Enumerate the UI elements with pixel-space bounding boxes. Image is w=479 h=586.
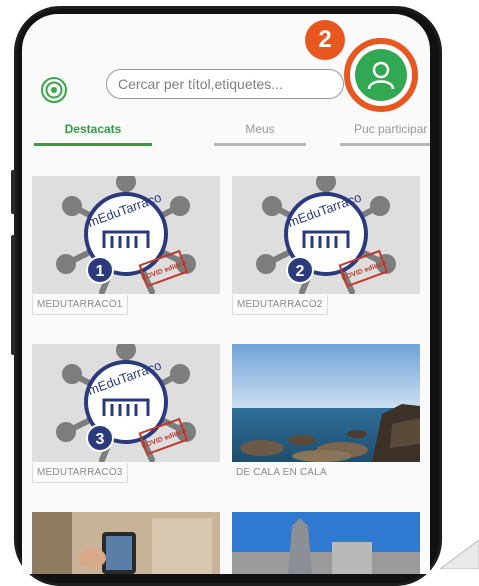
tab-indicator — [340, 143, 430, 146]
tab-label: Meus — [245, 122, 275, 136]
decorative-corner-shape — [440, 540, 479, 569]
tab-label: Puc participar — [354, 122, 428, 136]
card-number: 3 — [96, 431, 105, 448]
medutarraco-logo-image: mEduTarraco 1 COVID edition — [56, 176, 196, 294]
card-caption: MEDUTARRACO1 — [32, 295, 128, 315]
concentric-circles-icon[interactable] — [40, 76, 68, 104]
card-thumbnail: mEduTarraco 1 COVID edition — [32, 176, 220, 294]
profile-button-highlight — [344, 38, 418, 112]
tab-meus[interactable]: Meus — [214, 118, 306, 152]
tab-label: Destacats — [64, 122, 122, 136]
card-caption: DE CALA EN CALA — [236, 467, 327, 478]
activity-card[interactable]: DE CALA EN CALA — [232, 344, 420, 482]
tab-destacats[interactable]: Destacats — [34, 118, 152, 152]
card-thumbnail-partial[interactable] — [32, 512, 220, 574]
card-thumbnail-partial[interactable] — [232, 512, 420, 574]
search-box[interactable] — [106, 69, 344, 99]
activity-card[interactable]: mEduTarraco 2 COVID edition MEDUTARRACO2 — [232, 176, 420, 315]
card-thumbnail: mEduTarraco 2 COVID edition — [232, 176, 420, 294]
card-caption: MEDUTARRACO2 — [232, 295, 328, 315]
coast-photo-image — [232, 344, 420, 462]
tab-bar: Destacats Meus Puc participar — [22, 118, 430, 152]
profile-button[interactable] — [355, 49, 407, 101]
card-number: 1 — [96, 263, 105, 280]
phone-side-button — [11, 170, 15, 214]
tab-indicator — [214, 143, 306, 146]
card-thumbnail: mEduTarraco 3 COVID edition — [32, 344, 220, 462]
card-caption: MEDUTARRACO3 — [32, 463, 128, 483]
search-input[interactable] — [116, 75, 343, 93]
card-thumbnail — [232, 344, 420, 462]
tower-photo-image — [232, 512, 420, 574]
step-number-badge: 2 — [305, 20, 345, 60]
medutarraco-logo-image: mEduTarraco 2 COVID edition — [256, 176, 396, 294]
activity-card[interactable]: mEduTarraco 1 COVID edition MEDUTARRACO1 — [32, 176, 220, 315]
phone-side-button — [11, 235, 15, 355]
activity-card[interactable]: mEduTarraco 3 COVID edition MEDUTARRACO3 — [32, 344, 220, 483]
tab-puc-participar[interactable]: Puc participar — [340, 118, 430, 152]
street-photo-image — [32, 512, 220, 574]
user-icon — [367, 61, 395, 90]
medutarraco-logo-image: mEduTarraco 3 COVID edition — [56, 344, 196, 462]
tab-indicator — [34, 143, 152, 146]
card-number: 2 — [296, 263, 305, 280]
